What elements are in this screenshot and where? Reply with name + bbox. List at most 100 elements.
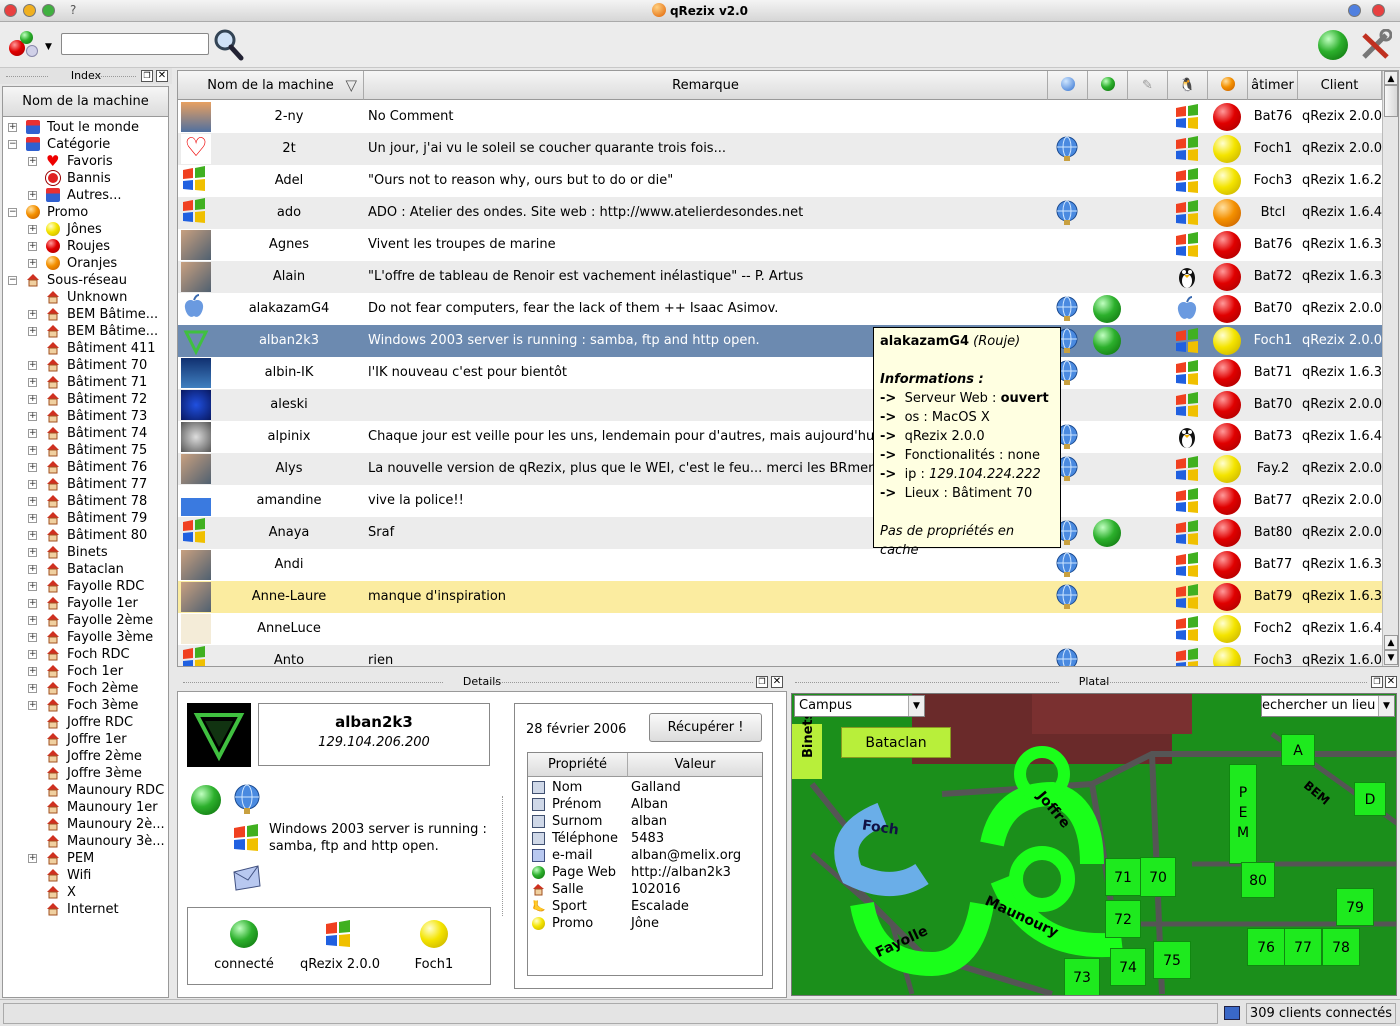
connected-status-button[interactable] <box>1318 30 1348 60</box>
tree-item[interactable]: + Bâtiment 79 <box>3 510 168 527</box>
expand-icon[interactable]: + <box>28 412 37 421</box>
tree-item[interactable]: + Fayolle 3ème <box>3 629 168 646</box>
tree-item[interactable]: + Bâtiment 70 <box>3 357 168 374</box>
scroll-up-button[interactable]: ▲ <box>1384 71 1398 85</box>
tree-item[interactable]: + Bâtiment 74 <box>3 425 168 442</box>
close-app-button[interactable] <box>1372 4 1385 17</box>
map-building-d[interactable]: D <box>1354 782 1386 816</box>
properties-table[interactable]: Propriété Valeur Nom Galland Prénom Alban Su… <box>527 752 763 976</box>
map-building[interactable]: 77 <box>1284 928 1322 966</box>
expand-icon[interactable]: + <box>28 242 37 251</box>
expand-icon[interactable]: + <box>28 565 37 574</box>
machine-row[interactable]: alpinix Chaque jour est veille pour les u… <box>178 421 1382 453</box>
web-server-icon[interactable] <box>1054 296 1080 322</box>
tree-item[interactable]: Maunoury 3è... <box>3 833 168 850</box>
expand-icon[interactable]: + <box>28 616 37 625</box>
tree-item[interactable]: X <box>3 884 168 901</box>
ftp-server-icon[interactable] <box>1093 519 1121 547</box>
machine-row[interactable]: ♡ 2t Un jour, j'ai vu le soleil se coucher… <box>178 133 1382 165</box>
tree-item[interactable]: + Bâtiment 76 <box>3 459 168 476</box>
property-row[interactable]: Téléphone 5483 <box>532 830 760 847</box>
tree-item[interactable]: + Bâtiment 78 <box>3 493 168 510</box>
campus-map[interactable]: Bataclan Binets Foch Joffre Maunoury Fay… <box>791 693 1397 996</box>
map-building[interactable]: 70 <box>1140 857 1176 897</box>
web-server-icon[interactable] <box>1054 648 1080 666</box>
ftp-icon[interactable] <box>191 785 221 815</box>
close-panel-button[interactable]: ✕ <box>1385 676 1397 688</box>
tree-item[interactable]: + Foch 2ème <box>3 680 168 697</box>
map-building-a[interactable]: A <box>1281 734 1315 766</box>
property-row[interactable]: Nom Galland <box>532 779 760 796</box>
expand-icon[interactable]: + <box>28 225 37 234</box>
place-search-combo[interactable]: echercher un lieu ▼ <box>1261 695 1395 717</box>
expand-icon[interactable]: + <box>28 361 37 370</box>
ftp-server-icon[interactable] <box>1093 295 1121 323</box>
tree-item[interactable]: Bâtiment 411 <box>3 340 168 357</box>
tree-item[interactable]: + Jônes <box>3 221 168 238</box>
machine-row[interactable]: AnneLuce Foch2 qRezix 1.6.4 <box>178 613 1382 645</box>
property-row[interactable]: e-mail alban@melix.org <box>532 847 760 864</box>
tree-item[interactable]: − Sous-réseau <box>3 272 168 289</box>
expand-icon[interactable]: + <box>28 446 37 455</box>
map-building[interactable]: 74 <box>1110 948 1146 986</box>
tree-item[interactable]: − Promo <box>3 204 168 221</box>
search-input[interactable] <box>61 33 209 55</box>
tree-item[interactable]: + Bataclan <box>3 561 168 578</box>
column-header-samba[interactable]: ✎ <box>1128 71 1168 100</box>
map-building-pem[interactable]: P E M <box>1229 764 1257 864</box>
tree-item[interactable]: + Bâtiment 80 <box>3 527 168 544</box>
machine-row[interactable]: Alain "L'offre de tableau de Renoir est v… <box>178 261 1382 293</box>
collapse-icon[interactable]: − <box>8 208 17 217</box>
tree-item[interactable]: + Binets <box>3 544 168 561</box>
column-header-client[interactable]: Client <box>1298 71 1382 100</box>
tree-item[interactable]: Maunoury 1er <box>3 799 168 816</box>
expand-icon[interactable]: + <box>28 633 37 642</box>
expand-icon[interactable]: + <box>28 310 37 319</box>
map-building-bataclan[interactable]: Bataclan <box>841 727 951 758</box>
machine-row[interactable]: aleski Bat70 qRezix 2.0.0 <box>178 389 1382 421</box>
close-panel-button[interactable]: ✕ <box>156 70 168 82</box>
expand-icon[interactable]: + <box>28 480 37 489</box>
map-area-select[interactable]: Campus ▼ <box>794 695 925 717</box>
tree-item[interactable]: + BEM Bâtime... <box>3 306 168 323</box>
machine-row[interactable]: Anne-Laure manque d'inspiration Bat79 qRezi… <box>178 581 1382 613</box>
machine-row[interactable]: Andi Bat77 qRezix 1.6.3 <box>178 549 1382 581</box>
expand-icon[interactable]: + <box>28 327 37 336</box>
map-building[interactable]: 73 <box>1064 958 1100 995</box>
expand-icon[interactable]: + <box>28 650 37 659</box>
expand-icon[interactable]: + <box>28 514 37 523</box>
tree-item[interactable]: + Bâtiment 77 <box>3 476 168 493</box>
close-panel-button[interactable]: ✕ <box>771 676 783 688</box>
index-tree[interactable]: Nom de la machine + Tout le monde − Catégor… <box>2 86 169 998</box>
map-building[interactable]: 72 <box>1105 900 1141 938</box>
ftp-server-icon[interactable] <box>1093 327 1121 355</box>
expand-icon[interactable]: + <box>28 429 37 438</box>
tree-item[interactable]: + Tout le monde <box>3 119 168 136</box>
column-header-os[interactable]: 🐧 <box>1168 71 1208 100</box>
tree-item[interactable]: + Foch 1er <box>3 663 168 680</box>
property-row[interactable]: 🦶 Sport Escalade <box>532 898 760 915</box>
tree-item[interactable]: + Bâtiment 71 <box>3 374 168 391</box>
tree-item[interactable]: + Bâtiment 75 <box>3 442 168 459</box>
tree-item[interactable]: + Roujes <box>3 238 168 255</box>
expand-icon[interactable]: + <box>28 191 37 200</box>
scroll-down-button[interactable]: ▼ <box>1384 650 1398 665</box>
column-header-promo[interactable] <box>1208 71 1248 100</box>
undock-button[interactable]: ❐ <box>1371 676 1383 688</box>
machine-row[interactable]: ado ADO : Atelier des ondes. Site web : h… <box>178 197 1382 229</box>
map-building[interactable]: 76 <box>1247 928 1285 966</box>
expand-icon[interactable]: + <box>28 684 37 693</box>
tree-item[interactable]: + Foch RDC <box>3 646 168 663</box>
tree-item[interactable]: + PEM <box>3 850 168 867</box>
map-building[interactable]: 78 <box>1322 928 1360 966</box>
tree-item[interactable]: Bannis <box>3 170 168 187</box>
tree-item[interactable]: + Bâtiment 72 <box>3 391 168 408</box>
tree-item[interactable]: + Oranjes <box>3 255 168 272</box>
collapse-icon[interactable]: − <box>8 276 17 285</box>
undock-button[interactable]: ❐ <box>141 70 153 82</box>
web-server-icon[interactable] <box>1054 200 1080 226</box>
column-header-name[interactable]: Nom de la machine ▽ <box>178 71 364 100</box>
property-row[interactable]: Surnom alban <box>532 813 760 830</box>
tree-item[interactable]: Maunoury RDC <box>3 782 168 799</box>
machine-row[interactable]: albin-IK l'IK nouveau c'est pour bientôt B… <box>178 357 1382 389</box>
